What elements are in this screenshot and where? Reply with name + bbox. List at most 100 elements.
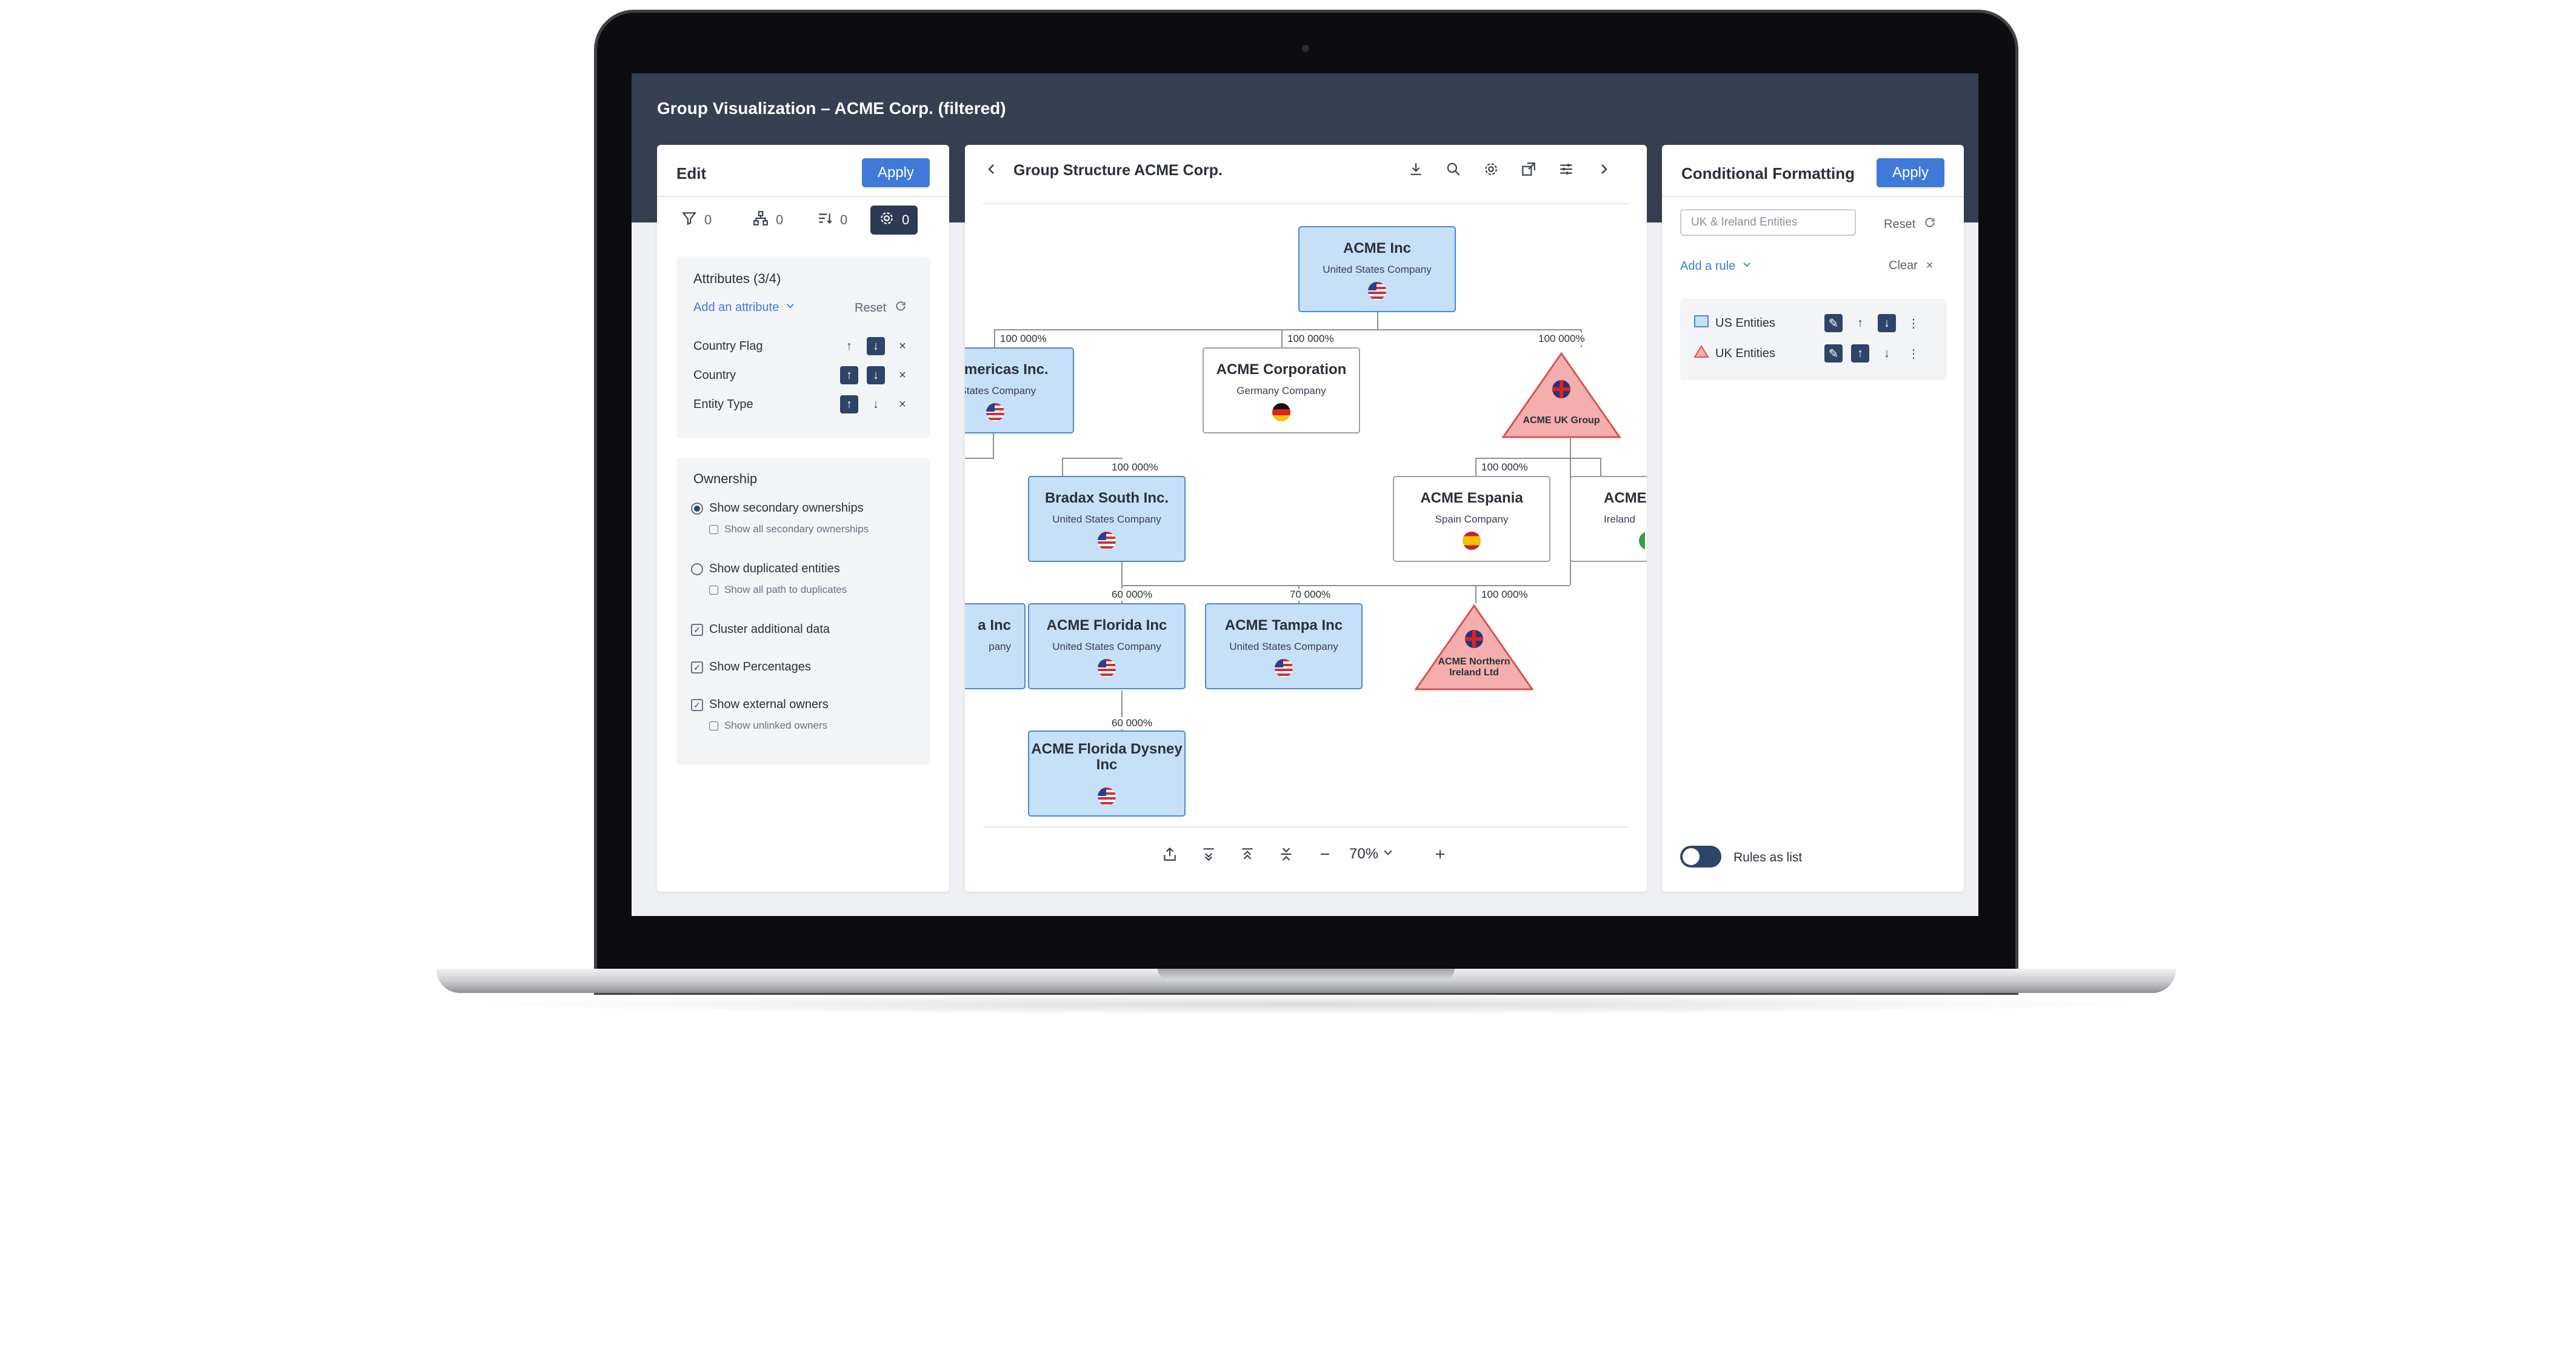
entity-node-acme-inc[interactable]: ACME Inc United States Company xyxy=(1298,226,1456,312)
move-up-icon[interactable]: ↑ xyxy=(840,366,858,384)
settings-tab[interactable]: 0 xyxy=(870,206,918,235)
more-icon[interactable]: ⋮ xyxy=(1904,314,1923,332)
search-icon[interactable] xyxy=(1443,158,1464,180)
cluster-option[interactable]: ✓ Cluster additional data xyxy=(691,623,830,637)
rules-as-list-toggle[interactable] xyxy=(1680,846,1721,868)
move-up-icon[interactable]: ↑ xyxy=(840,395,858,413)
all-path-option[interactable]: Show all path to duplicates xyxy=(709,584,847,596)
entity-node-acme-uk-group[interactable]: ACME UK Group xyxy=(1501,351,1622,440)
entity-node-americas[interactable]: x Americas Inc. l States Company xyxy=(965,347,1074,433)
laptop-shadow xyxy=(461,994,2152,1015)
edit-icon[interactable]: ✎ xyxy=(1824,314,1843,332)
entity-node-partial[interactable]: a Inc pany xyxy=(965,603,1026,689)
zoom-out-icon[interactable] xyxy=(1314,843,1336,865)
edge xyxy=(1475,458,1477,476)
reset-label: Reset xyxy=(1884,217,1916,231)
attribute-label: Entity Type xyxy=(693,397,753,411)
unlinked-owners-option[interactable]: Show unlinked owners xyxy=(709,720,827,732)
camera xyxy=(1302,45,1309,52)
move-down-icon[interactable]: ↓ xyxy=(1878,314,1896,332)
collapse-all-icon[interactable] xyxy=(1275,843,1297,865)
rule-search-input[interactable]: UK & Ireland Entities xyxy=(1680,209,1856,236)
move-up-icon[interactable]: ↑ xyxy=(1851,344,1869,363)
add-rule-link[interactable]: Add a rule xyxy=(1680,259,1752,273)
expand-all-icon[interactable] xyxy=(1198,843,1220,865)
move-down-icon[interactable]: ↓ xyxy=(1878,344,1896,363)
edit-title: Edit xyxy=(676,164,707,182)
sort-icon xyxy=(817,210,833,230)
entity-node-acme-corporation[interactable]: ACME Corporation Germany Company xyxy=(1203,347,1360,433)
move-down-icon[interactable]: ↓ xyxy=(867,366,885,384)
us-flag-icon xyxy=(1098,532,1116,550)
remove-icon[interactable]: × xyxy=(893,337,912,355)
zoom-in-icon[interactable] xyxy=(1429,843,1451,865)
add-attribute-link[interactable]: Add an attribute xyxy=(693,300,796,315)
duplicated-entities-option[interactable]: Show duplicated entities xyxy=(691,562,840,576)
sort-tab[interactable]: 0 xyxy=(817,206,847,235)
edit-apply-button[interactable]: Apply xyxy=(862,158,930,187)
rule-row-uk[interactable]: UK Entities ✎ ↑ ↓ ⋮ xyxy=(1693,341,1923,366)
external-owners-option[interactable]: ✓ Show external owners xyxy=(691,698,829,712)
move-up-icon[interactable]: ↑ xyxy=(1851,314,1869,332)
attributes-title: Attributes (3/4) xyxy=(693,271,781,286)
entity-node-acme-ireland[interactable]: ACME Ireland xyxy=(1570,476,1647,562)
add-attribute-label: Add an attribute xyxy=(693,300,779,314)
edge xyxy=(965,458,994,459)
sliders-icon[interactable] xyxy=(1555,158,1577,180)
entity-node-acme-florida-dysney[interactable]: ACME Florida Dysney Inc xyxy=(1028,730,1186,817)
collapse-up-icon[interactable] xyxy=(1236,843,1258,865)
attribute-label: Country xyxy=(693,368,736,382)
hierarchy-tab[interactable]: 0 xyxy=(753,206,783,235)
filter-tab[interactable]: 0 xyxy=(681,206,712,235)
checkbox-icon xyxy=(709,524,718,534)
more-icon[interactable]: ⋮ xyxy=(1904,344,1923,363)
percentages-option[interactable]: ✓ Show Percentages xyxy=(691,660,811,674)
download-icon[interactable] xyxy=(1405,158,1427,180)
rule-row-us[interactable]: US Entities ✎ ↑ ↓ ⋮ xyxy=(1693,311,1923,335)
chevron-down-icon xyxy=(1741,259,1752,273)
percentage-label: 100 000% xyxy=(1479,461,1530,473)
hierarchy-icon xyxy=(753,210,769,230)
share-icon[interactable] xyxy=(1159,843,1181,865)
entity-node-bradax-south[interactable]: Bradax South Inc. United States Company xyxy=(1028,476,1186,562)
check-icon: ✓ xyxy=(691,661,703,674)
remove-icon[interactable]: × xyxy=(893,366,912,384)
remove-icon[interactable]: × xyxy=(893,395,912,413)
open-external-icon[interactable] xyxy=(1518,158,1540,180)
radio-icon xyxy=(691,563,703,575)
entity-name: x Americas Inc. xyxy=(965,361,1049,378)
forward-chevron-icon[interactable] xyxy=(1593,158,1615,180)
secondary-ownerships-option[interactable]: Show secondary ownerships xyxy=(691,501,864,515)
gear-icon xyxy=(879,210,895,230)
edge xyxy=(1121,585,1570,586)
edge xyxy=(1475,458,1601,459)
entity-node-acme-tampa[interactable]: ACME Tampa Inc United States Company xyxy=(1205,603,1363,689)
move-down-icon[interactable]: ↓ xyxy=(867,395,885,413)
cf-apply-button[interactable]: Apply xyxy=(1877,158,1944,187)
clear-rules[interactable]: Clear × xyxy=(1889,259,1933,273)
edit-icon[interactable]: ✎ xyxy=(1824,344,1843,363)
move-up-icon[interactable]: ↑ xyxy=(840,337,858,355)
sort-count: 0 xyxy=(840,212,848,227)
percentage-label: 60 000% xyxy=(1109,589,1155,601)
chevron-down-icon xyxy=(1382,846,1394,863)
divider xyxy=(1662,196,1964,197)
gear-icon[interactable] xyxy=(1480,158,1502,180)
entity-node-acme-espania[interactable]: ACME Espania Spain Company xyxy=(1393,476,1550,562)
chart-panel: Group Structure ACME Corp. 100 000% 100 … xyxy=(965,145,1647,892)
attribute-row: Country ↑ ↓ × xyxy=(693,363,912,387)
ireland-flag-icon xyxy=(1639,532,1647,550)
entity-node-acme-northern-ireland[interactable]: ACME Northern Ireland Ltd xyxy=(1413,603,1535,692)
attributes-reset[interactable]: Reset xyxy=(855,300,907,316)
entity-type: United States Company xyxy=(1052,641,1161,652)
cf-reset[interactable]: Reset xyxy=(1884,216,1936,232)
zoom-select[interactable]: 70% xyxy=(1349,846,1394,863)
all-secondary-option[interactable]: Show all secondary ownerships xyxy=(709,523,869,535)
uk-flag-icon xyxy=(1552,380,1570,398)
clear-label: Clear xyxy=(1889,259,1918,272)
rules-as-list-label: Rules as list xyxy=(1733,851,1803,864)
divider xyxy=(983,826,1629,827)
entity-node-acme-florida[interactable]: ACME Florida Inc United States Company xyxy=(1028,603,1186,689)
move-down-icon[interactable]: ↓ xyxy=(867,337,885,355)
back-chevron-icon[interactable] xyxy=(981,158,1003,180)
